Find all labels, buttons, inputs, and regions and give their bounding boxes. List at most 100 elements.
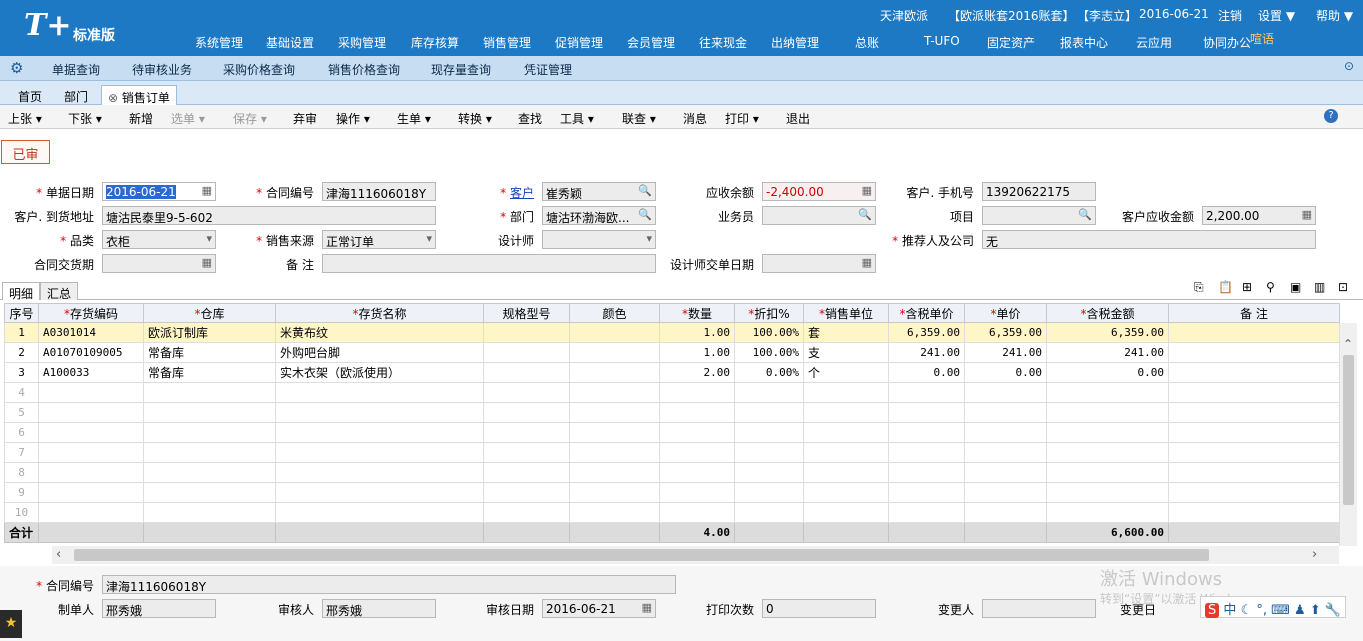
toolbar-button-12[interactable]: 消息: [683, 110, 707, 127]
grid-cell[interactable]: 100.00%: [734, 322, 804, 343]
grid-cell[interactable]: [143, 422, 276, 443]
copy-icon[interactable]: ⎘: [1194, 280, 1204, 295]
tab-sales-order[interactable]: ⊗ 销售订单: [101, 85, 177, 105]
grid-cell[interactable]: [275, 382, 484, 403]
grid-cell[interactable]: 米黄布纹: [275, 322, 484, 343]
grid-cell[interactable]: [1168, 462, 1340, 483]
table-row[interactable]: 6: [4, 422, 1340, 443]
toolbar-button-5[interactable]: 弃审: [293, 110, 317, 127]
toolbar-button-9[interactable]: 查找: [518, 110, 542, 127]
grid-cell[interactable]: [275, 422, 484, 443]
toolbar-button-8[interactable]: 转换 ▾: [458, 110, 492, 127]
wrench-icon[interactable]: 🔧: [1325, 603, 1341, 618]
subnav-item-0[interactable]: 单据查询: [52, 61, 100, 78]
toolbar-button-4[interactable]: 保存 ▾: [233, 110, 267, 127]
shirt-icon[interactable]: ⬆: [1310, 603, 1321, 618]
grid-cell[interactable]: [1168, 442, 1340, 463]
calendar-icon[interactable]: ▦: [202, 184, 212, 197]
toolbar-button-6[interactable]: 操作 ▾: [336, 110, 370, 127]
find-icon[interactable]: ⚲: [1266, 280, 1275, 294]
grid-cell[interactable]: [964, 422, 1047, 443]
subnav-item-3[interactable]: 销售价格查询: [328, 61, 400, 78]
table-row[interactable]: 4: [4, 382, 1340, 403]
grid-header-cell[interactable]: *含税单价: [888, 303, 965, 323]
phone-field[interactable]: 13920622175: [982, 182, 1096, 201]
grid-cell[interactable]: 欧派订制库: [143, 322, 276, 343]
grid-cell[interactable]: 2: [4, 342, 39, 363]
menu-item-5[interactable]: 促销管理: [555, 34, 603, 51]
moon-icon[interactable]: ☾: [1241, 603, 1253, 618]
grid-cell[interactable]: 6,359.00: [888, 322, 965, 343]
grid-cell[interactable]: [483, 362, 570, 383]
grid-cell[interactable]: [888, 502, 965, 523]
punctuation-icon[interactable]: °,: [1256, 603, 1267, 618]
grid-cell[interactable]: 5: [4, 402, 39, 423]
grid-cell[interactable]: 3: [4, 362, 39, 383]
grid-cell[interactable]: A01070109005: [38, 342, 144, 363]
grid-cell[interactable]: [569, 422, 660, 443]
grid-cell[interactable]: [483, 422, 570, 443]
paste-icon[interactable]: 📋: [1218, 280, 1233, 294]
grid-header-cell[interactable]: *销售单位: [803, 303, 889, 323]
grid-cell[interactable]: 常备库: [143, 342, 276, 363]
grid-cell[interactable]: [275, 442, 484, 463]
search-icon[interactable]: 🔍: [1078, 208, 1092, 221]
tab-dept[interactable]: 部门: [64, 85, 88, 105]
subnav-item-5[interactable]: 凭证管理: [524, 61, 572, 78]
grid-cell[interactable]: 个: [803, 362, 889, 383]
grid-cell[interactable]: 9: [4, 482, 39, 503]
designer-select[interactable]: ▾: [542, 230, 656, 249]
keyboard-icon[interactable]: ⌨: [1271, 603, 1290, 618]
grid-cell[interactable]: [659, 402, 735, 423]
search-icon[interactable]: 🔍: [638, 184, 652, 197]
grid-cell[interactable]: [659, 382, 735, 403]
referrer-field[interactable]: 无: [982, 230, 1316, 249]
delivery-field[interactable]: ▦: [102, 254, 216, 273]
grid-cell[interactable]: [803, 502, 889, 523]
grid-cell[interactable]: [734, 442, 804, 463]
grid-cell[interactable]: [569, 482, 660, 503]
grid-cell[interactable]: [1168, 322, 1340, 343]
grid-cell[interactable]: [275, 402, 484, 423]
grid-cell[interactable]: [1046, 382, 1169, 403]
grid-cell[interactable]: [38, 422, 144, 443]
grid-cell[interactable]: 0.00%: [734, 362, 804, 383]
grid-cell[interactable]: [734, 502, 804, 523]
grid-cell[interactable]: [734, 382, 804, 403]
grid-header-cell[interactable]: 颜色: [569, 303, 660, 323]
ime-toolbar[interactable]: S 中 ☾ °, ⌨ ♟ ⬆ 🔧: [1200, 596, 1347, 618]
calendar-icon[interactable]: ▦: [642, 601, 652, 614]
grid-cell[interactable]: [964, 502, 1047, 523]
grid-cell[interactable]: 6: [4, 422, 39, 443]
grid-cell[interactable]: [569, 462, 660, 483]
grid-cell[interactable]: 支: [803, 342, 889, 363]
grid-cell[interactable]: [483, 482, 570, 503]
gear-icon[interactable]: ⚙: [10, 59, 23, 77]
grid-cell[interactable]: [143, 462, 276, 483]
grid-cell[interactable]: [964, 482, 1047, 503]
ime-mode[interactable]: 中: [1223, 603, 1236, 618]
export-icon[interactable]: ⊞: [1242, 280, 1252, 294]
grid-vertical-scrollbar[interactable]: ⌃: [1339, 323, 1357, 546]
calculator-icon[interactable]: ▦: [862, 184, 872, 197]
grid-cell[interactable]: [659, 502, 735, 523]
grid-cell[interactable]: [1046, 482, 1169, 503]
grid-cell[interactable]: [734, 462, 804, 483]
grid-cell[interactable]: 2.00: [659, 362, 735, 383]
menu-item-9[interactable]: 总账: [855, 34, 879, 51]
toolbar-button-7[interactable]: 生单 ▾: [397, 110, 431, 127]
grid-cell[interactable]: 0.00: [888, 362, 965, 383]
grid-header-cell[interactable]: *单价: [964, 303, 1047, 323]
grid-cell[interactable]: [1046, 462, 1169, 483]
grid-cell[interactable]: [38, 502, 144, 523]
grid-cell[interactable]: [1046, 402, 1169, 423]
calendar-icon[interactable]: ▦: [202, 256, 212, 269]
grid-cell[interactable]: [483, 322, 570, 343]
help-menu[interactable]: 帮助 ▼: [1316, 7, 1353, 24]
menu-item-11[interactable]: 固定资产: [987, 34, 1035, 51]
grid-cell[interactable]: [659, 422, 735, 443]
grid-cell[interactable]: [888, 462, 965, 483]
grid-cell[interactable]: [275, 482, 484, 503]
logout-link[interactable]: 注销: [1218, 7, 1242, 24]
customer-field[interactable]: 崔秀颖 🔍: [542, 182, 656, 201]
